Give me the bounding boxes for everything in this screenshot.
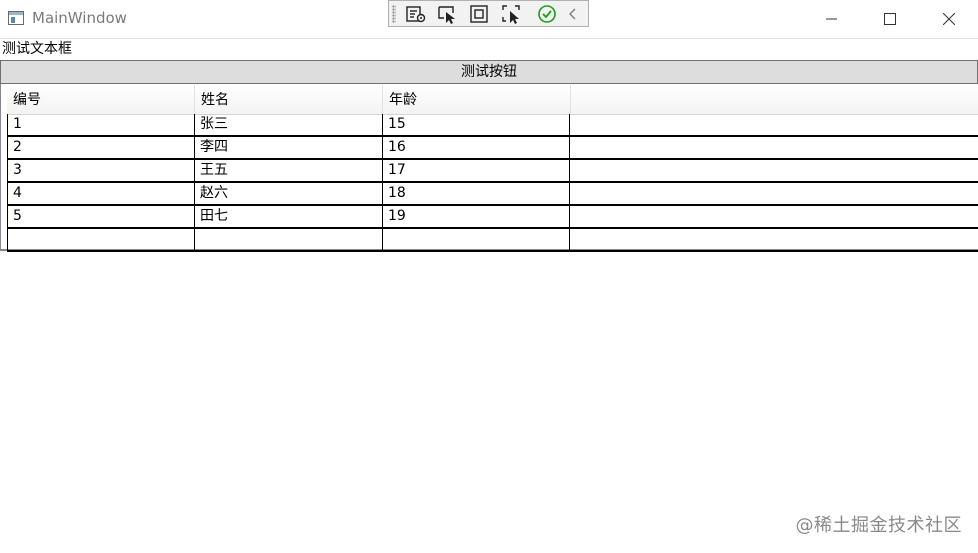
column-header-id[interactable]: 编号 xyxy=(7,85,195,114)
title-separator xyxy=(0,38,978,39)
display-layout-adorners-icon[interactable] xyxy=(469,4,491,24)
xaml-debug-toolbar xyxy=(388,0,589,27)
table-row[interactable]: 3 王五 17 xyxy=(7,160,978,183)
table-row[interactable]: 5 田七 19 xyxy=(7,206,978,229)
cell-name[interactable]: 张三 xyxy=(194,114,382,135)
cell-age[interactable]: 19 xyxy=(382,206,570,227)
new-item-row[interactable] xyxy=(7,229,978,252)
track-focused-element-icon[interactable] xyxy=(501,4,523,24)
minimize-button[interactable] xyxy=(803,0,861,38)
close-button[interactable] xyxy=(920,0,978,38)
cell-id[interactable]: 5 xyxy=(7,206,195,227)
cell-id[interactable]: 2 xyxy=(7,137,195,158)
live-visual-tree-icon[interactable] xyxy=(405,4,427,24)
table-row[interactable]: 4 赵六 18 xyxy=(7,183,978,206)
binding-failures-check-icon[interactable] xyxy=(536,4,558,24)
cell-age[interactable]: 15 xyxy=(382,114,570,135)
column-header-name[interactable]: 姓名 xyxy=(195,85,383,114)
cell-age[interactable]: 17 xyxy=(382,160,570,181)
cell-name[interactable]: 田七 xyxy=(194,206,382,227)
select-element-icon[interactable] xyxy=(437,4,459,24)
window-title: MainWindow xyxy=(32,9,127,27)
cell-id[interactable]: 4 xyxy=(7,183,195,204)
cell-name[interactable]: 赵六 xyxy=(194,183,382,204)
cell-name[interactable]: 李四 xyxy=(194,137,382,158)
close-icon xyxy=(943,13,955,25)
watermark: @稀土掘金技术社区 xyxy=(795,515,962,536)
table-row[interactable]: 2 李四 16 xyxy=(7,137,978,160)
cell-id[interactable]: 1 xyxy=(7,114,195,135)
test-textbox[interactable]: 测试文本框 xyxy=(2,40,72,58)
cell-id[interactable]: 3 xyxy=(7,160,195,181)
maximize-button[interactable] xyxy=(861,0,919,38)
grid-header: 编号 姓名 年龄 xyxy=(7,85,978,115)
column-header-age[interactable]: 年龄 xyxy=(383,85,571,114)
data-grid[interactable]: 编号 姓名 年龄 1 张三 15 2 李四 16 3 王五 17 4 赵六 18… xyxy=(0,84,978,252)
cell-name[interactable] xyxy=(194,229,382,250)
maximize-icon xyxy=(884,13,896,25)
title-bar: MainWindow xyxy=(0,0,978,38)
collapse-chevron-icon[interactable] xyxy=(565,4,581,24)
minimize-icon xyxy=(826,18,837,20)
cell-age[interactable]: 18 xyxy=(382,183,570,204)
cell-age[interactable]: 16 xyxy=(382,137,570,158)
app-window-icon xyxy=(8,11,24,25)
cell-name[interactable]: 王五 xyxy=(194,160,382,181)
test-button[interactable]: 测试按钮 xyxy=(0,60,978,84)
toolbar-grip-icon[interactable] xyxy=(392,5,396,23)
table-row[interactable]: 1 张三 15 xyxy=(7,114,978,137)
cell-id[interactable] xyxy=(7,229,195,250)
cell-age[interactable] xyxy=(382,229,570,250)
